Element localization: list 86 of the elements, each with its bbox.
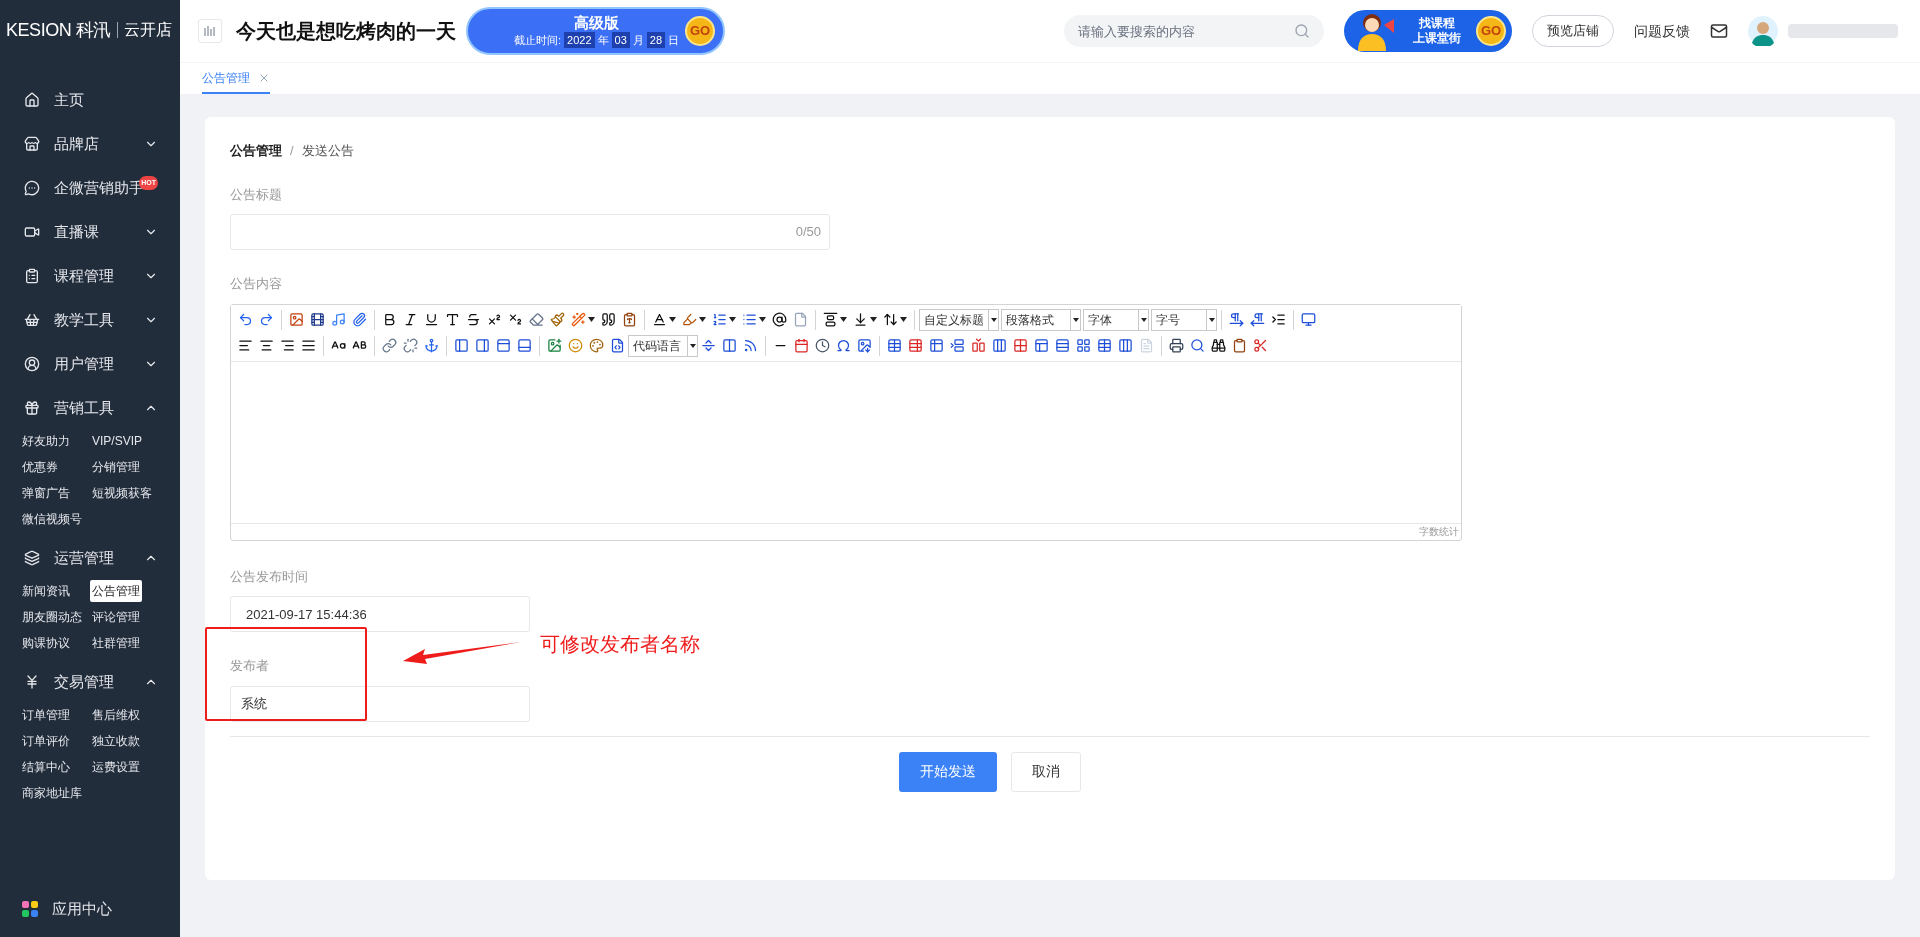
publish-time-input[interactable]: 2021-09-17 15:44:36 xyxy=(230,596,530,632)
sidebar-item[interactable]: 主页 xyxy=(0,78,180,122)
sidebar-item[interactable]: 交易管理 xyxy=(0,660,180,704)
submenu-item[interactable]: 运费设置 xyxy=(90,756,142,778)
breadcrumb-item: 发送公告 xyxy=(301,142,354,160)
submenu-item[interactable]: 售后维权 xyxy=(90,704,142,726)
submenu-item[interactable]: 订单管理 xyxy=(20,704,72,726)
banner-line: 上课堂街 xyxy=(1413,31,1461,46)
submenu-item[interactable]: 购课协议 xyxy=(20,632,72,654)
basket-icon xyxy=(24,312,40,328)
submenu-item[interactable]: 社群管理 xyxy=(90,632,142,654)
submenu-item[interactable]: 微信视频号 xyxy=(20,508,84,530)
send-button[interactable]: 开始发送 xyxy=(899,751,997,792)
submenu-item[interactable]: 独立收款 xyxy=(90,730,142,752)
sidebar-item[interactable]: 直播课 xyxy=(0,210,180,254)
rich-text-editor[interactable]: 自定义标题 段落格式 字体 字号 代码语言 字数统计 xyxy=(230,303,1462,541)
submenu-item[interactable]: 公告管理 xyxy=(90,580,142,602)
submenu-item[interactable]: 好友助力 xyxy=(20,430,72,452)
submenu-item[interactable]: 短视频获客 xyxy=(90,482,154,504)
date-part: 03 xyxy=(611,31,630,49)
field-label: 公告发布时间 xyxy=(230,567,309,586)
caret-icon xyxy=(1072,317,1079,322)
annotation-text: 可修改发布者名称 xyxy=(540,632,700,657)
submenu-item[interactable]: 优惠券 xyxy=(20,456,60,478)
user-icon xyxy=(24,356,40,372)
breadcrumb-item[interactable]: 公告管理 xyxy=(230,141,282,161)
sidebar-item[interactable]: 用户管理 xyxy=(0,342,180,386)
char-counter: 0/50 xyxy=(795,223,821,242)
submenu-item[interactable]: 订单评价 xyxy=(20,730,72,752)
sidebar-item[interactable]: 营销工具 xyxy=(0,386,180,430)
app-center-item[interactable]: 应用中心 xyxy=(0,887,180,931)
brand-logo[interactable]: KESION 科汛 xyxy=(6,16,111,44)
mail-icon[interactable] xyxy=(1710,22,1728,40)
caret-icon xyxy=(990,317,997,322)
avatar[interactable] xyxy=(1748,16,1778,46)
caret-icon xyxy=(1140,317,1147,322)
banner-line: 找课程 xyxy=(1419,16,1455,31)
unlink-icon[interactable] xyxy=(400,338,421,353)
link-icon[interactable] xyxy=(379,338,400,353)
editor-dropdown[interactable]: 段落格式 xyxy=(1001,308,1081,331)
clipboard-icon xyxy=(24,268,40,284)
search-field[interactable]: 请输入要搜索的内容 xyxy=(1064,15,1324,47)
editor-dropdown[interactable]: 自定义标题 xyxy=(919,308,999,331)
date-part: 2022 xyxy=(564,31,595,49)
plan-banner[interactable]: 高级版 截止时间: 2022 年 03 月 28 日 GO xyxy=(466,7,726,55)
chat-icon xyxy=(24,180,40,196)
editor-dropdown[interactable]: 代码语言 xyxy=(628,334,698,357)
date-unit: 日 xyxy=(668,32,680,48)
publisher-input[interactable]: 系统 xyxy=(230,685,530,722)
gift-icon xyxy=(24,400,40,416)
deadline-label: 截止时间: xyxy=(514,32,562,48)
field-label: 公告标题 xyxy=(230,185,283,204)
submenu-item[interactable]: 评论管理 xyxy=(90,606,142,628)
editor-dropdown[interactable]: 字体 xyxy=(1083,308,1149,331)
course-banner[interactable]: 找课程 上课堂街 GO xyxy=(1344,10,1512,52)
date-unit: 年 xyxy=(597,32,609,48)
submenu-item[interactable]: VIP/SVIP xyxy=(90,430,145,452)
date-part: 28 xyxy=(646,31,666,49)
submenu-item[interactable]: 分销管理 xyxy=(90,456,142,478)
app-grid-icon xyxy=(22,901,38,917)
plan-title: 高级版 xyxy=(574,13,619,32)
video-icon xyxy=(24,224,40,240)
home-icon xyxy=(24,92,40,108)
submenu-item[interactable]: 商家地址库 xyxy=(20,782,84,804)
cancel-button[interactable]: 取消 xyxy=(1011,751,1081,792)
store-title: 今天也是想吃烤肉的一天 xyxy=(236,19,456,44)
product-name: 云开店 xyxy=(124,20,172,40)
submenu-item[interactable]: 朋友圈动态 xyxy=(20,606,84,628)
sidebar-item[interactable]: 运营管理 xyxy=(0,536,180,580)
sidebar-item[interactable]: 课程管理 xyxy=(0,254,180,298)
feedback-link[interactable]: 问题反馈 xyxy=(1634,20,1690,42)
breadcrumb-separator: / xyxy=(290,142,294,160)
submenu-item[interactable]: 结算中心 xyxy=(20,756,72,778)
caret-icon xyxy=(689,343,696,348)
page-tab[interactable]: 公告管理 xyxy=(202,63,270,94)
caret-icon xyxy=(1208,317,1215,322)
editor-dropdown[interactable]: 字号 xyxy=(1151,308,1217,331)
sidebar-item[interactable]: 教学工具 xyxy=(0,298,180,342)
field-label: 发布者 xyxy=(230,657,270,675)
field-label: 公告内容 xyxy=(230,275,283,293)
date-unit: 月 xyxy=(632,32,644,48)
submenu-item[interactable]: 弹窗广告 xyxy=(20,482,72,504)
sidebar-item[interactable]: 品牌店 xyxy=(0,122,180,166)
layers-icon xyxy=(24,550,40,566)
yen-icon xyxy=(24,674,40,690)
submenu-item[interactable]: 新闻资讯 xyxy=(20,580,72,602)
